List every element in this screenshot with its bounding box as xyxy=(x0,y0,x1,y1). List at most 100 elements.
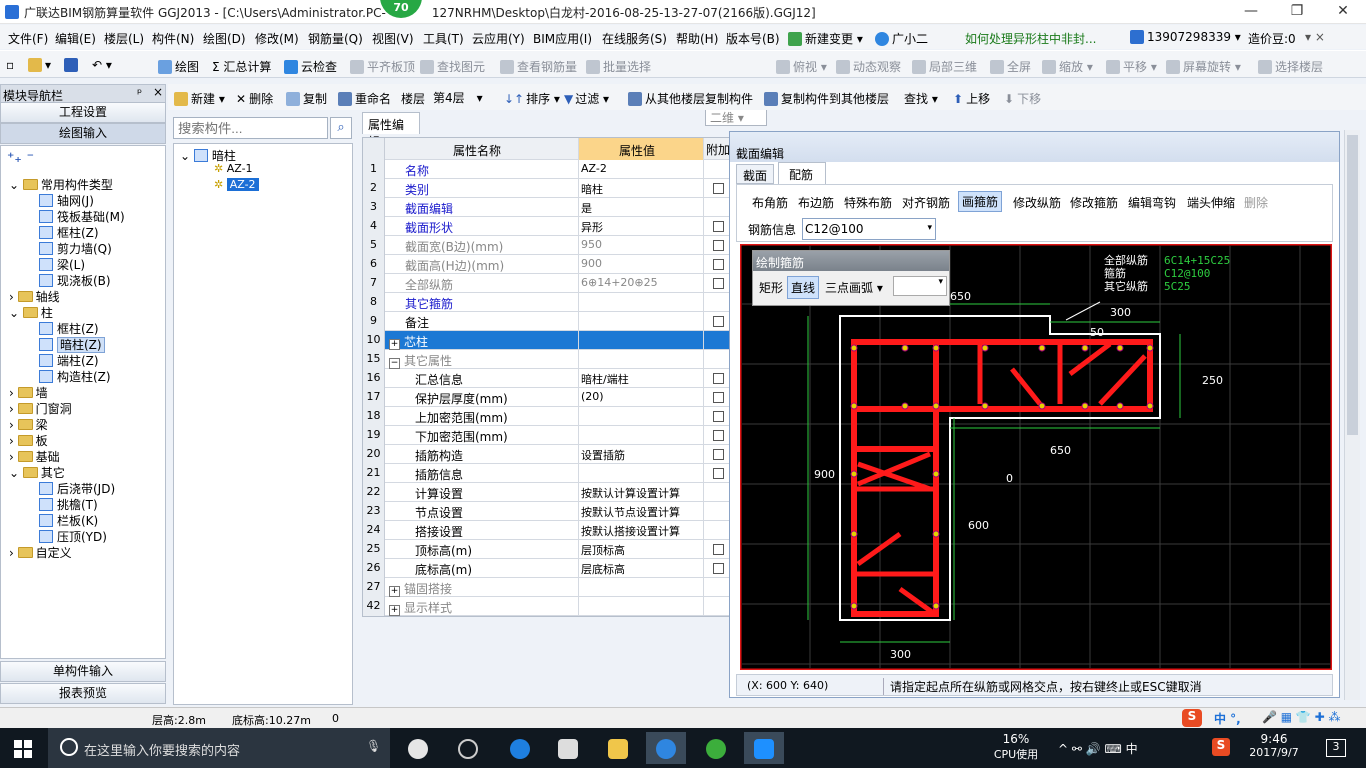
cloud-check-button[interactable]: 云检查 xyxy=(284,58,337,75)
active-app-icon[interactable] xyxy=(744,732,784,764)
menu-online[interactable]: 在线服务(S) xyxy=(602,30,667,47)
close-button[interactable]: ✕ xyxy=(1320,0,1366,24)
right-scrollbar[interactable] xyxy=(1344,130,1360,700)
tree-component[interactable]: 剪力墙(Q) xyxy=(39,240,112,257)
summary-calc-button[interactable]: Σ 汇总计算 xyxy=(212,58,271,75)
extra-checkbox[interactable] xyxy=(713,316,724,327)
tree-component[interactable]: 构造柱(Z) xyxy=(39,368,111,385)
move-up-button[interactable]: ⬆ 上移 xyxy=(953,90,990,107)
undo-icon[interactable]: ↶ ▾ xyxy=(92,58,112,72)
tool-8-button[interactable]: 端头伸缩 xyxy=(1187,194,1235,211)
explorer-icon[interactable] xyxy=(598,732,638,764)
tree-component[interactable]: 暗柱(Z) xyxy=(39,336,105,353)
sogou-ime-icon[interactable]: S xyxy=(1182,709,1202,727)
property-value[interactable]: 按默认节点设置计算 xyxy=(578,502,703,521)
zoom-button[interactable]: 缩放 ▾ xyxy=(1042,58,1093,75)
property-value[interactable]: 层底标高 xyxy=(578,559,703,578)
rotate-screen-button[interactable]: 屏幕旋转 ▾ xyxy=(1166,58,1241,75)
scroll-thumb[interactable] xyxy=(1347,135,1358,435)
tree-folder[interactable]: › 板 xyxy=(9,432,48,449)
property-value[interactable]: 是 xyxy=(578,198,703,217)
expand-all-icon[interactable]: ⁺₊ ⁻ xyxy=(7,150,34,166)
property-value[interactable]: 暗柱 xyxy=(578,179,703,198)
ime-status[interactable]: 中 °, xyxy=(1214,710,1241,727)
chevron-down-icon[interactable]: ⌄ xyxy=(9,466,23,480)
property-row[interactable]: 4 截面形状 异形 xyxy=(363,217,733,236)
menu-modify[interactable]: 修改(M) xyxy=(255,30,299,47)
restore-button[interactable]: ❐ xyxy=(1274,0,1320,24)
property-row[interactable]: 10 + 芯柱 xyxy=(363,331,733,350)
system-tray[interactable]: ^ ⚯ 🔊 ⌨ 中 xyxy=(1058,740,1138,757)
property-value[interactable] xyxy=(578,578,703,597)
property-row[interactable]: 3 截面编辑 是 xyxy=(363,198,733,217)
chevron-right-icon[interactable]: › xyxy=(9,402,18,416)
tree-folder[interactable]: › 梁 xyxy=(9,416,48,433)
tool-9-button[interactable]: 删除 xyxy=(1244,194,1268,211)
property-row[interactable]: 26 底标高(m) 层底标高 xyxy=(363,559,733,578)
tree-component[interactable]: 压顶(YD) xyxy=(39,528,107,545)
delete-button[interactable]: ✕ 删除 xyxy=(236,90,273,107)
move-down-button[interactable]: ⬇ 下移 xyxy=(1004,90,1041,107)
line-mode-button[interactable]: 直线 xyxy=(787,276,820,299)
arc-mode-button[interactable]: 三点画弧 ▾ xyxy=(823,278,885,297)
rebar-info-select[interactable]: C12@100 ▾ xyxy=(802,218,936,240)
view-rebar-qty-button[interactable]: 查看钢筋量 xyxy=(500,58,577,75)
property-row[interactable]: 21 插筋信息 xyxy=(363,464,733,483)
taskview-icon[interactable] xyxy=(398,732,438,764)
new-file-icon[interactable]: ▫ xyxy=(6,58,14,72)
draw-button[interactable]: 绘图 xyxy=(158,58,199,75)
property-value[interactable]: 异形 xyxy=(578,217,703,236)
property-value[interactable]: 900 xyxy=(578,255,703,274)
extra-checkbox[interactable] xyxy=(713,373,724,384)
find-button[interactable]: 查找 ▾ xyxy=(904,90,938,107)
property-value[interactable]: 设置插筋 xyxy=(578,445,703,464)
property-value[interactable]: 6⊕14+20⊕25 xyxy=(578,274,703,293)
tool-7-button[interactable]: 编辑弯钩 xyxy=(1128,194,1176,211)
property-row[interactable]: 16 汇总信息 暗柱/端柱 xyxy=(363,369,733,388)
extra-checkbox[interactable] xyxy=(713,449,724,460)
mode-option-select[interactable]: ▾ xyxy=(893,276,947,296)
glodon-app-icon[interactable] xyxy=(646,732,686,764)
property-row[interactable]: 17 保护层厚度(mm) (20) xyxy=(363,388,733,407)
menu-tools[interactable]: 工具(T) xyxy=(423,30,464,47)
property-value[interactable] xyxy=(578,407,703,426)
chevron-right-icon[interactable]: › xyxy=(9,290,18,304)
tab-section[interactable]: 截面 xyxy=(736,164,774,184)
property-value[interactable] xyxy=(578,293,703,312)
menu-bim[interactable]: BIM应用(I) xyxy=(533,30,592,47)
search-icon[interactable]: ⌕ xyxy=(330,117,352,139)
tree-component[interactable]: 栏板(K) xyxy=(39,512,98,529)
new-change-button[interactable]: 新建变更 ▾ xyxy=(788,30,863,47)
copy-from-floor-button[interactable]: 从其他楼层复制构件 xyxy=(628,90,753,107)
tool-2-button[interactable]: 特殊布筋 xyxy=(844,194,892,211)
tree-node-az1[interactable]: ✲ AZ-1 xyxy=(214,162,253,175)
tool-1-button[interactable]: 布边筋 xyxy=(798,194,834,211)
property-row[interactable]: 7 全部纵筋 6⊕14+20⊕25 xyxy=(363,274,733,293)
tool-0-button[interactable]: 布角筋 xyxy=(752,194,788,211)
property-value[interactable]: 950 xyxy=(578,236,703,255)
ime-tools-icon[interactable]: 🎤 ▦ 👕 ✚ ⁂ xyxy=(1262,710,1341,724)
filter-button[interactable]: ▼ 过滤 ▾ xyxy=(564,90,609,107)
menu-rebar-qty[interactable]: 钢筋量(Q) xyxy=(308,30,363,47)
tree-component[interactable]: 筏板基础(M) xyxy=(39,208,125,225)
property-row[interactable]: 9 备注 xyxy=(363,312,733,331)
tree-folder[interactable]: › 基础 xyxy=(9,448,60,465)
tree-folder[interactable]: › 自定义 xyxy=(9,544,72,561)
new-component-button[interactable]: 新建 ▾ xyxy=(174,90,225,107)
nav-close-icon[interactable]: × xyxy=(153,85,163,99)
section-canvas[interactable]: 650 300 50 250 650 900 600 300 0 全部纵筋 6C14+15C25 箍筋… xyxy=(740,244,1332,670)
property-row[interactable]: 2 类别 暗柱 xyxy=(363,179,733,198)
tree-component[interactable]: 梁(L) xyxy=(39,256,85,273)
chevron-right-icon[interactable]: › xyxy=(9,434,18,448)
property-edit-tab[interactable]: 属性编辑 xyxy=(362,112,420,149)
align-slab-top-button[interactable]: 平齐板顶 xyxy=(350,58,415,75)
extra-checkbox[interactable] xyxy=(713,278,724,289)
tree-folder[interactable]: ⌄ 柱 xyxy=(9,304,53,321)
tree-component[interactable]: 后浇带(JD) xyxy=(39,480,115,497)
pin-icon[interactable]: ᵖ xyxy=(137,86,142,100)
property-row[interactable]: 1 名称 AZ-2 xyxy=(363,160,733,179)
property-row[interactable]: 42 + 显示样式 xyxy=(363,597,733,616)
tool-4-button[interactable]: 画箍筋 xyxy=(958,191,1003,212)
pan-button[interactable]: 平移 ▾ xyxy=(1106,58,1157,75)
property-row[interactable]: 18 上加密范围(mm) xyxy=(363,407,733,426)
